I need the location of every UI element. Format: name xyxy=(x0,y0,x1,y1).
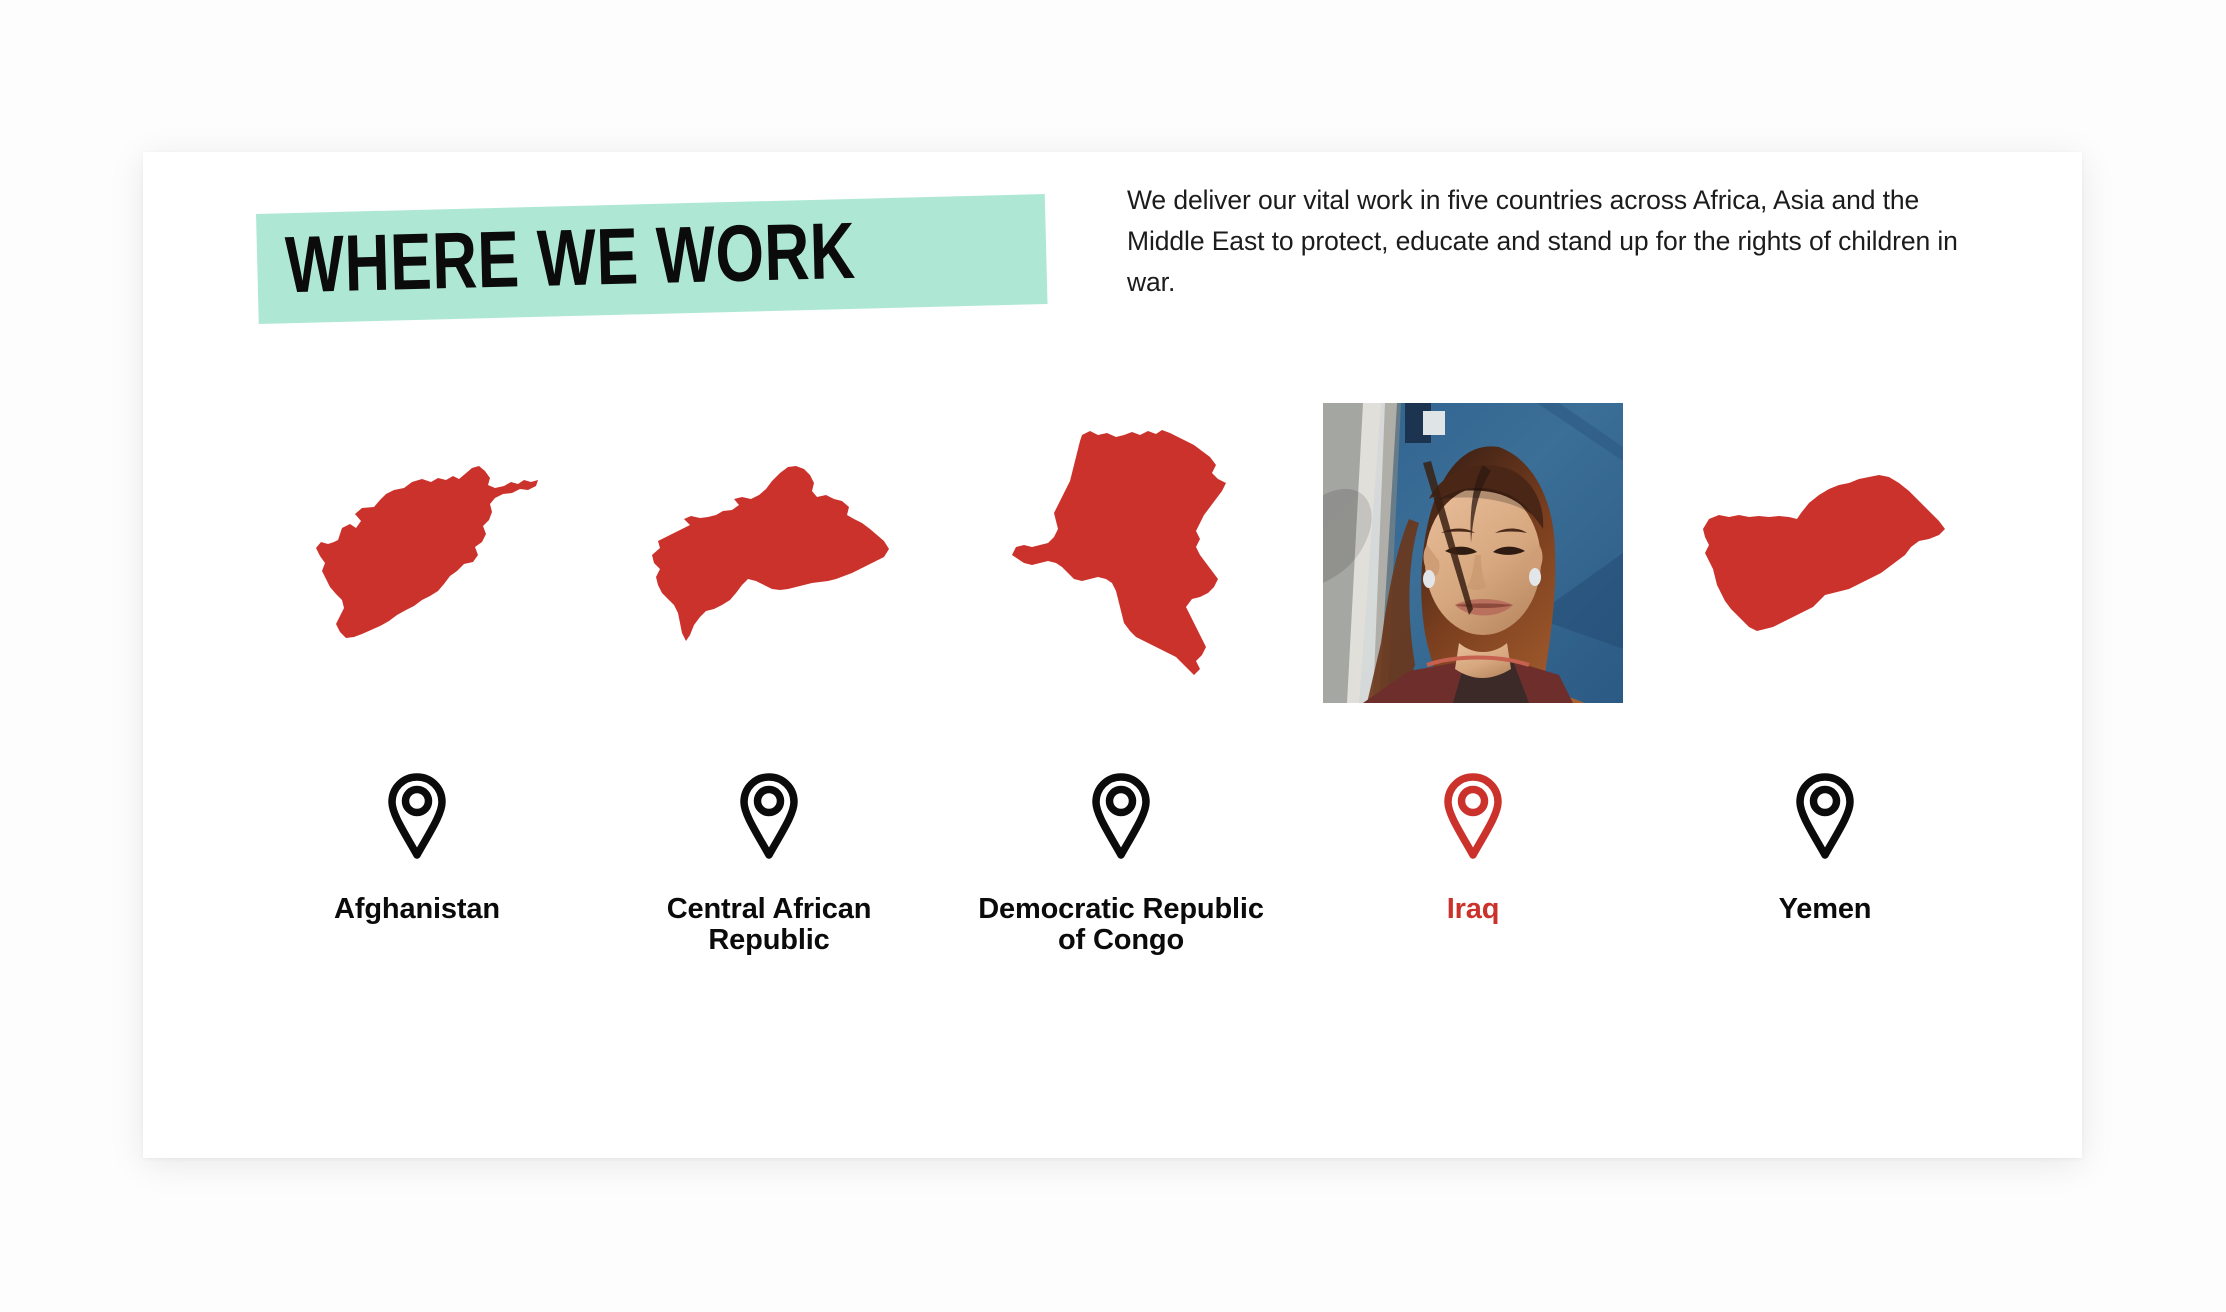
map-pin-icon xyxy=(1444,773,1502,859)
map-pin-icon xyxy=(388,773,446,859)
map-pin-icon xyxy=(1796,773,1854,859)
country-visual-yemen xyxy=(1649,398,2001,708)
central-african-republic-map-shape xyxy=(652,466,889,641)
page-title-wrapper: WHERE WE WORK xyxy=(256,194,1048,324)
map-pin-icon xyxy=(1092,773,1150,859)
afghanistan-map-shape xyxy=(316,466,538,638)
country-name-iraq: Iraq xyxy=(1446,893,1500,925)
page-title: WHERE WE WORK xyxy=(284,205,857,310)
country-visual-central-african-republic xyxy=(593,398,945,708)
page-root: WHERE WE WORK We deliver our vital work … xyxy=(0,0,2226,1312)
country-visual-iraq xyxy=(1297,398,1649,708)
intro-paragraph: We deliver our vital work in five countr… xyxy=(1127,185,1958,297)
pin-slot-afghanistan xyxy=(386,768,448,864)
pin-slot-iraq xyxy=(1442,768,1504,864)
section-header: WHERE WE WORK We deliver our vital work … xyxy=(143,152,2082,372)
country-card-democratic-republic-of-congo[interactable]: Democratic Republic of Congo xyxy=(945,398,1297,957)
pin-slot-democratic-republic-of-congo xyxy=(1090,768,1152,864)
pin-slot-yemen xyxy=(1794,768,1856,864)
country-card-afghanistan[interactable]: Afghanistan xyxy=(241,398,593,925)
yemen-map-shape xyxy=(1703,475,1945,631)
country-name-yemen: Yemen xyxy=(1778,893,1872,925)
country-card-yemen[interactable]: Yemen xyxy=(1649,398,2001,925)
country-name-afghanistan: Afghanistan xyxy=(334,893,500,925)
country-card-central-african-republic[interactable]: Central African Republic xyxy=(593,398,945,957)
country-visual-afghanistan xyxy=(241,398,593,708)
title-highlight-band: WHERE WE WORK xyxy=(256,194,1048,324)
country-name-central-african-republic: Central African Republic xyxy=(666,893,872,957)
where-we-work-card: WHERE WE WORK We deliver our vital work … xyxy=(143,152,2082,1158)
country-card-iraq[interactable]: Iraq xyxy=(1297,398,1649,925)
map-pin-icon xyxy=(740,773,798,859)
country-name-democratic-republic-of-congo: Democratic Republic of Congo xyxy=(978,893,1264,957)
democratic-republic-of-congo-map-shape xyxy=(1011,429,1226,675)
iraq-photo xyxy=(1323,403,1623,703)
country-visual-democratic-republic-of-congo xyxy=(945,398,1297,708)
pin-slot-central-african-republic xyxy=(738,768,800,864)
countries-list: Afghanistan Central African Republic Dem… xyxy=(241,398,2001,957)
